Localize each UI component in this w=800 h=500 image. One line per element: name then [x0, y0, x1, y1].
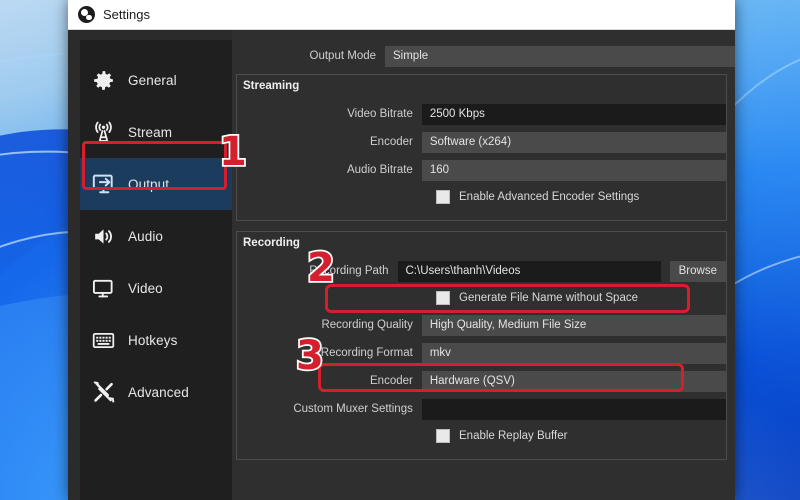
custom-muxer-field[interactable]	[421, 398, 726, 420]
gear-icon	[90, 67, 117, 93]
recording-path-label: Recording Path	[309, 265, 389, 277]
replay-buffer-checkbox[interactable]	[436, 429, 450, 443]
speaker-icon	[90, 223, 117, 249]
recording-quality-select[interactable]: High Quality, Medium File Size	[421, 314, 726, 336]
sidebar-list: General Stream Output Audio Video Hotkey…	[80, 40, 232, 500]
sidebar-item-label: Hotkeys	[128, 332, 178, 348]
recording-format-row: Recording Format mkv	[237, 339, 726, 367]
sidebar-item-hotkeys[interactable]: Hotkeys	[80, 314, 232, 366]
recording-rows: Recording Path C:\Users\thanh\Videos Bro…	[237, 257, 726, 449]
sidebar-item-label: Stream	[128, 124, 173, 140]
advanced-encoder-row[interactable]: Enable Advanced Encoder Settings	[237, 184, 726, 210]
streaming-group: Streaming Video Bitrate 2500 Kbps Encode…	[236, 74, 727, 221]
audio-bitrate-select[interactable]: 160	[421, 159, 726, 181]
settings-content-pane: Output Mode Simple Streaming Video Bitra…	[232, 30, 735, 500]
sidebar-item-label: General	[128, 72, 177, 88]
obs-logo-icon	[78, 6, 95, 23]
recording-format-label: Recording Format	[320, 347, 413, 359]
monitor-icon	[90, 275, 117, 301]
video-bitrate-label: Video Bitrate	[347, 108, 413, 120]
video-bitrate-row: Video Bitrate 2500 Kbps	[237, 100, 726, 128]
sidebar-item-label: Video	[128, 280, 163, 296]
recording-group: Recording Recording Path C:\Users\thanh\…	[236, 231, 727, 460]
sidebar-item-advanced[interactable]: Advanced	[80, 366, 232, 418]
output-mode-row: Output Mode Simple	[232, 38, 735, 74]
browse-button[interactable]: Browse	[669, 260, 726, 282]
stream-encoder-select[interactable]: Software (x264)	[421, 131, 726, 153]
streaming-group-title: Streaming	[243, 80, 300, 92]
stream-encoder-label: Encoder	[370, 136, 413, 148]
audio-bitrate-row: Audio Bitrate 160	[237, 156, 726, 184]
window-title: Settings	[103, 7, 150, 22]
sidebar-item-output[interactable]: Output	[80, 158, 232, 210]
audio-bitrate-label: Audio Bitrate	[346, 164, 413, 176]
generate-no-space-label: Generate File Name without Space	[459, 292, 638, 304]
recording-encoder-row: Encoder Hardware (QSV)	[237, 367, 726, 395]
recording-encoder-select[interactable]: Hardware (QSV)	[421, 370, 726, 392]
output-mode-select[interactable]: Simple	[385, 45, 735, 67]
replay-buffer-label: Enable Replay Buffer	[459, 430, 568, 442]
settings-sidebar: General Stream Output Audio Video Hotkey…	[68, 30, 232, 500]
replay-buffer-row[interactable]: Enable Replay Buffer	[237, 423, 726, 449]
video-bitrate-field[interactable]: 2500 Kbps	[421, 103, 726, 125]
streaming-rows: Video Bitrate 2500 Kbps Encoder Software…	[237, 100, 726, 210]
keyboard-icon	[90, 327, 117, 353]
sidebar-item-label: Output	[128, 176, 170, 192]
sidebar-item-general[interactable]: General	[80, 54, 232, 106]
generate-no-space-checkbox[interactable]	[436, 291, 450, 305]
window-body: General Stream Output Audio Video Hotkey…	[68, 30, 735, 500]
recording-path-field[interactable]: C:\Users\thanh\Videos	[397, 260, 661, 282]
sidebar-item-stream[interactable]: Stream	[80, 106, 232, 158]
output-monitor-icon	[90, 171, 117, 197]
broadcast-icon	[90, 119, 117, 145]
settings-window: Settings General Stream Output Audio Vid…	[68, 0, 735, 500]
custom-muxer-row: Custom Muxer Settings	[237, 395, 726, 423]
sidebar-item-label: Audio	[128, 228, 164, 244]
recording-quality-label: Recording Quality	[321, 319, 413, 331]
custom-muxer-label: Custom Muxer Settings	[293, 403, 413, 415]
output-mode-label: Output Mode	[309, 50, 376, 62]
sidebar-item-label: Advanced	[128, 384, 189, 400]
recording-format-field[interactable]: mkv	[421, 342, 726, 364]
recording-group-title: Recording	[243, 237, 300, 249]
advanced-encoder-checkbox[interactable]	[436, 190, 450, 204]
stream-encoder-row: Encoder Software (x264)	[237, 128, 726, 156]
generate-no-space-row[interactable]: Generate File Name without Space	[237, 285, 726, 311]
sidebar-item-video[interactable]: Video	[80, 262, 232, 314]
recording-encoder-label: Encoder	[370, 375, 413, 387]
recording-path-row: Recording Path C:\Users\thanh\Videos Bro…	[237, 257, 726, 285]
window-titlebar: Settings	[68, 0, 735, 30]
sidebar-item-audio[interactable]: Audio	[80, 210, 232, 262]
recording-quality-row: Recording Quality High Quality, Medium F…	[237, 311, 726, 339]
advanced-encoder-label: Enable Advanced Encoder Settings	[459, 191, 640, 203]
wrench-screwdriver-icon	[90, 379, 117, 405]
